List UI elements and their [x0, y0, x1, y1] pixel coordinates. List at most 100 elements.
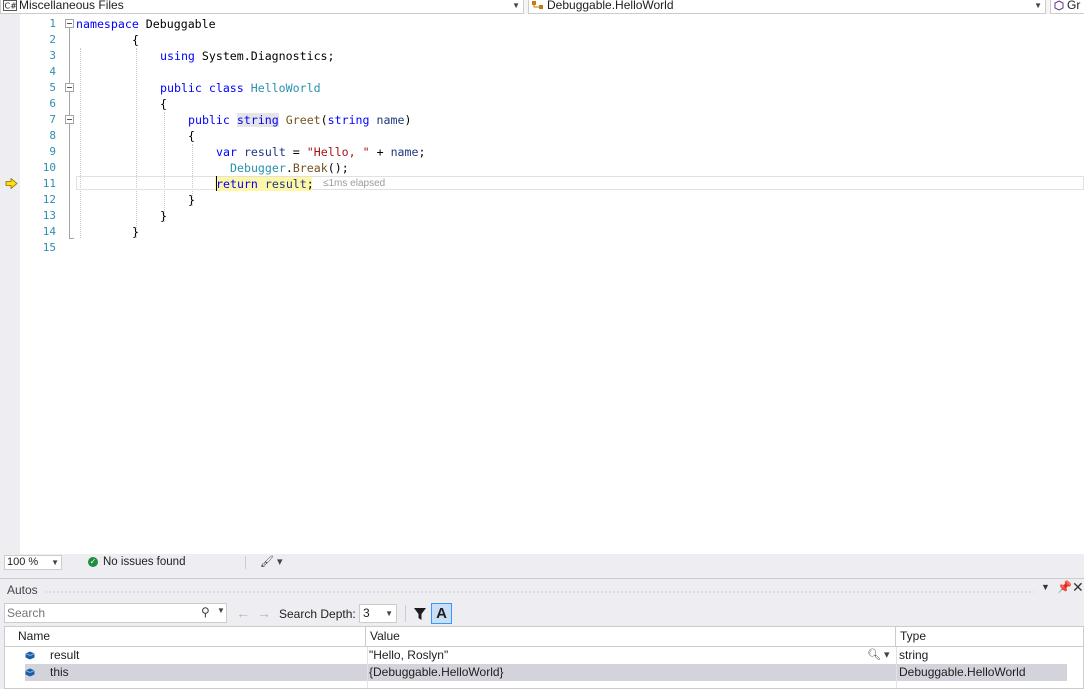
divider: [405, 605, 406, 622]
editor-status-bar: 100 % ▼ ✓ No issues found 🖌 ▾: [0, 554, 1084, 572]
outline-line: [69, 124, 70, 238]
code-line-10: Debugger.Break();: [230, 160, 349, 176]
outline-end: [69, 238, 74, 239]
search-icon[interactable]: ⚲: [201, 605, 210, 619]
code-token: name: [376, 113, 405, 127]
svg-text:C#: C#: [5, 2, 18, 11]
field-icon: [25, 668, 35, 677]
column-divider: [367, 647, 368, 688]
title-grip[interactable]: [44, 590, 1034, 593]
code-token: using: [160, 49, 195, 63]
member-dropdown[interactable]: Gr: [1050, 0, 1084, 14]
type-dropdown[interactable]: Debuggable.HelloWorld ▼: [528, 0, 1046, 14]
code-token: ): [404, 113, 412, 127]
code-editor[interactable]: 1 2 3 4 5 6 7 8 9 10 11 12 13 14 15 name…: [0, 14, 1084, 554]
code-line-2: {: [132, 33, 139, 47]
glyph-margin[interactable]: [0, 14, 20, 554]
code-token: "Hello, ": [306, 145, 370, 159]
member-dropdown-label: Gr: [1067, 0, 1081, 12]
code-token: result: [243, 145, 286, 159]
zoom-dropdown[interactable]: 100 % ▼: [4, 555, 62, 570]
code-token: =: [285, 145, 307, 159]
type-dropdown-label: Debuggable.HelloWorld: [547, 0, 674, 12]
code-token: Break: [292, 161, 328, 175]
code-token: ;: [418, 145, 426, 159]
code-token: Debugger: [230, 161, 286, 175]
line-number: 4: [49, 65, 56, 78]
search-depth-label: Search Depth:: [279, 607, 356, 621]
line-number: 12: [42, 193, 56, 206]
row-name: result: [50, 648, 80, 662]
collapse-class-toggle[interactable]: [65, 83, 74, 92]
row-value[interactable]: {Debuggable.HelloWorld}: [369, 664, 504, 681]
code-token: Greet: [285, 113, 321, 127]
line-number: 10: [42, 161, 56, 174]
line-number: 14: [42, 225, 56, 238]
font-toggle-button[interactable]: A: [431, 603, 452, 624]
chevron-down-icon: ▼: [51, 558, 59, 567]
method-icon: [1054, 0, 1064, 11]
navigation-bar: C# Miscellaneous Files ▼ Debuggable.Hell…: [0, 0, 1084, 14]
code-token: public class: [160, 81, 244, 95]
code-line-3: using System.Diagnostics;: [160, 48, 335, 64]
code-token: string: [236, 113, 279, 127]
filter-icon[interactable]: [413, 605, 427, 622]
indent-guide: [136, 48, 137, 238]
code-token: string: [327, 113, 370, 127]
search-depth-value: 3: [363, 606, 370, 620]
column-divider: [896, 647, 897, 688]
code-token: return: [216, 177, 258, 191]
search-depth-dropdown[interactable]: 3 ▼: [359, 604, 397, 623]
table-row[interactable]: this {Debuggable.HelloWorld} Debuggable.…: [25, 664, 1067, 681]
window-menu-icon[interactable]: ▼: [1041, 582, 1050, 592]
code-token: Debuggable: [138, 17, 216, 31]
indent-guide: [80, 48, 81, 238]
perftip-elapsed[interactable]: ≤1ms elapsed: [323, 178, 385, 189]
field-icon: [25, 651, 35, 660]
chevron-down-icon[interactable]: ▼: [217, 606, 225, 615]
code-line-7: public string Greet(string name): [188, 112, 411, 128]
chevron-down-icon: ▼: [512, 1, 520, 10]
code-token: .: [285, 161, 293, 175]
row-name: this: [50, 665, 69, 679]
csharp-file-icon: C#: [3, 0, 17, 11]
row-value[interactable]: "Hello, Roslyn": [369, 647, 448, 664]
check-circle-icon: ✓: [88, 557, 98, 567]
pin-icon[interactable]: 📌: [1057, 580, 1072, 594]
code-line-5: public class HelloWorld: [160, 80, 321, 96]
row-type: Debuggable.HelloWorld: [899, 665, 1026, 679]
column-header-value[interactable]: Value: [366, 627, 896, 646]
code-line-13: }: [160, 209, 167, 223]
table-row[interactable]: result "Hello, Roslyn" 🔍︎ ▾ string: [25, 647, 1067, 664]
code-token: var: [216, 145, 237, 159]
column-header-name[interactable]: Name: [5, 627, 366, 646]
line-number: 6: [49, 97, 56, 110]
search-next-arrow-icon[interactable]: →: [257, 605, 271, 621]
indent-guide: [164, 112, 165, 222]
column-header-type[interactable]: Type: [896, 627, 1083, 646]
divider: [245, 556, 246, 569]
search-input[interactable]: [7, 605, 197, 621]
magnifier-icon[interactable]: 🔍︎ ▾: [867, 647, 890, 664]
code-line-12: }: [188, 193, 195, 207]
issues-status[interactable]: No issues found: [103, 556, 185, 568]
code-token: ();: [327, 161, 349, 175]
outline-line: [69, 28, 70, 88]
collapse-method-toggle[interactable]: [65, 115, 74, 124]
code-token: public: [188, 113, 230, 127]
code-line-8: {: [188, 129, 195, 143]
close-icon[interactable]: ✕: [1072, 579, 1084, 596]
project-dropdown[interactable]: C# Miscellaneous Files ▼: [0, 0, 524, 14]
chevron-down-icon: ▼: [385, 609, 393, 618]
line-number: 15: [42, 241, 56, 254]
autos-window: Autos ▼ 📌 ✕ ⚲ ▼ ← → Search Depth: 3 ▼ A …: [0, 578, 1084, 689]
line-number: 2: [49, 33, 56, 46]
search-previous-arrow-icon[interactable]: ←: [236, 605, 250, 621]
line-number: 5: [49, 81, 56, 94]
project-dropdown-label: Miscellaneous Files: [19, 0, 124, 12]
collapse-namespace-toggle[interactable]: [65, 19, 74, 28]
code-cleanup-brush-icon[interactable]: 🖌 ▾: [260, 555, 283, 568]
code-line-1: namespace Debuggable: [76, 16, 216, 32]
line-number: 11: [42, 177, 56, 190]
code-token: +: [369, 145, 391, 159]
